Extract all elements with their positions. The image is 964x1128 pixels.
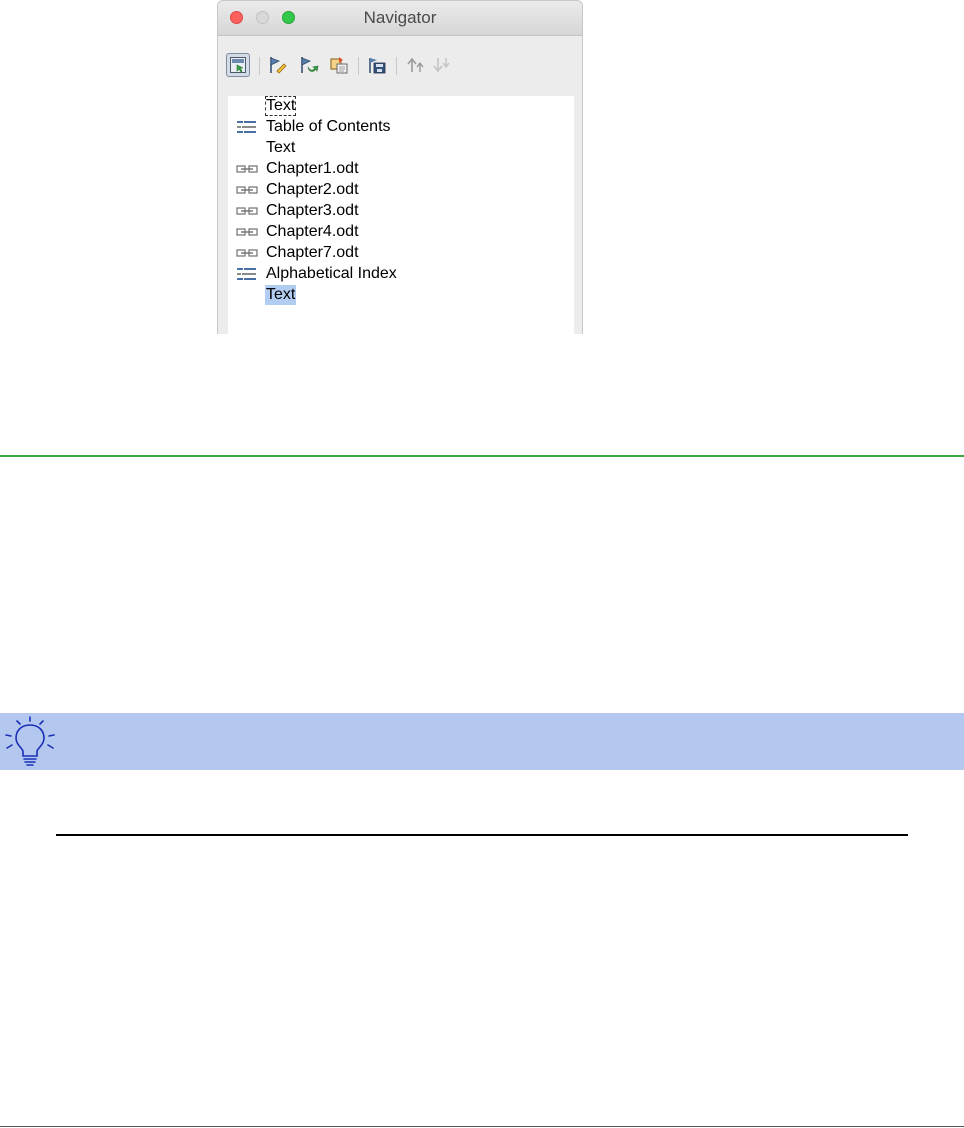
list-item-label: Chapter2.odt	[266, 181, 359, 198]
lightbulb-icon	[5, 716, 55, 766]
list-item-label: Chapter7.odt	[266, 244, 359, 261]
list-item-label: Chapter3.odt	[266, 202, 359, 219]
tip-box	[0, 713, 964, 770]
list-item-label: Text	[265, 285, 297, 305]
drag-mode-icon	[330, 57, 348, 74]
toolbar-separator	[358, 57, 359, 75]
drag-mode-button[interactable]	[327, 53, 351, 77]
promote-chapter-button[interactable]	[266, 53, 290, 77]
list-item[interactable]: Chapter3.odt	[228, 201, 574, 222]
linked-file-icon	[236, 186, 258, 194]
heading-rule	[0, 455, 964, 457]
list-item[interactable]: Text	[228, 285, 574, 306]
navigator-window: Navigator Text Table of Contents Text Ch…	[217, 0, 583, 334]
save-contents-icon	[369, 58, 386, 74]
list-item-label: Alphabetical Index	[266, 265, 397, 282]
index-icon	[237, 268, 256, 280]
promote-chapter-icon	[270, 57, 287, 74]
linked-file-icon	[236, 207, 258, 215]
list-item-label: Chapter1.odt	[266, 160, 359, 177]
demote-chapter-button[interactable]	[297, 53, 321, 77]
list-item[interactable]: Text	[228, 96, 574, 117]
save-contents-button[interactable]	[365, 53, 389, 77]
list-item[interactable]: Chapter2.odt	[228, 180, 574, 201]
list-item[interactable]: Chapter1.odt	[228, 159, 574, 180]
note-rule	[56, 834, 908, 836]
list-item-label: Chapter4.odt	[266, 223, 359, 240]
toolbar-separator	[259, 57, 260, 75]
move-up-button[interactable]	[404, 53, 428, 77]
navigator-toggle-button[interactable]	[226, 53, 250, 77]
toolbar-separator	[396, 57, 397, 75]
list-item[interactable]: Chapter7.odt	[228, 243, 574, 264]
list-item-label: Text	[266, 139, 296, 156]
list-item[interactable]: Chapter4.odt	[228, 222, 574, 243]
move-down-button[interactable]	[430, 53, 454, 77]
navigator-content-list[interactable]: Text Table of Contents Text Chapter1.odt	[228, 96, 574, 334]
move-up-icon	[407, 57, 424, 72]
linked-file-icon	[236, 249, 258, 257]
window-title: Navigator	[363, 8, 437, 27]
linked-file-icon	[236, 165, 258, 173]
list-item-label: Text	[265, 96, 297, 116]
move-down-icon	[433, 58, 450, 73]
list-item-label: Table of Contents	[266, 118, 391, 135]
footer-rule	[0, 1126, 964, 1127]
linked-file-icon	[236, 228, 258, 236]
list-item[interactable]: Text	[228, 138, 574, 159]
title-bar[interactable]: Navigator	[218, 1, 582, 36]
demote-chapter-icon	[301, 57, 319, 73]
navigator-toggle-icon	[230, 57, 246, 73]
list-item[interactable]: Table of Contents	[228, 117, 574, 138]
index-icon	[237, 121, 256, 133]
list-item[interactable]: Alphabetical Index	[228, 264, 574, 285]
